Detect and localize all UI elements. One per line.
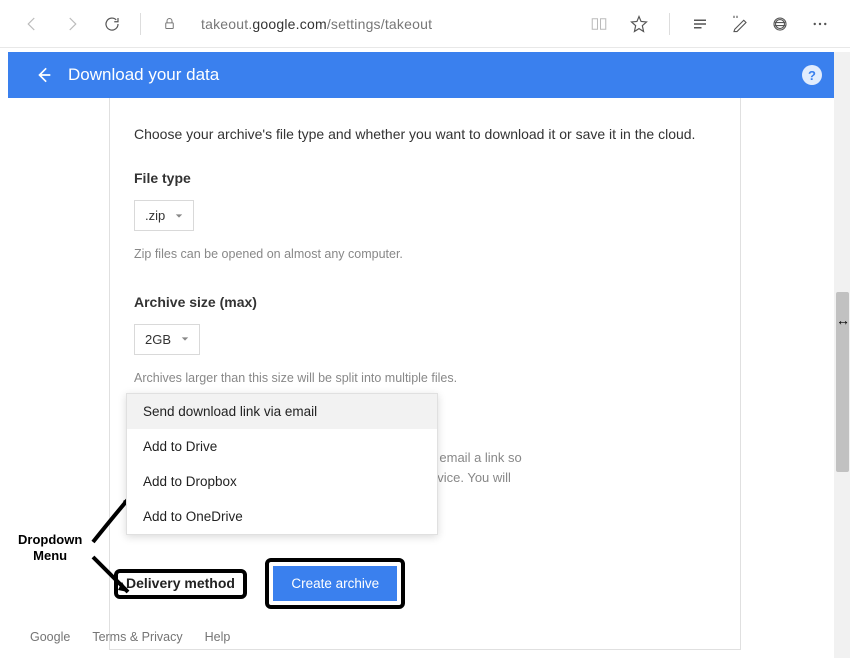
share-icon[interactable] — [766, 10, 794, 38]
footer: Google Terms & Privacy Help — [0, 616, 834, 658]
page-header: Download your data ? — [8, 52, 842, 98]
delivery-hint-partial: ll email a link so evice. You will — [430, 448, 522, 487]
dropdown-item-drive[interactable]: Add to Drive — [127, 429, 437, 464]
file-type-hint: Zip files can be opened on almost any co… — [134, 245, 464, 264]
archive-size-value: 2GB — [145, 332, 171, 347]
reading-view-icon[interactable] — [585, 10, 613, 38]
url-text: takeout.google.com/settings/takeout — [201, 16, 432, 32]
footer-link-help[interactable]: Help — [205, 630, 231, 644]
create-archive-button[interactable]: Create archive — [273, 566, 397, 601]
back-button[interactable] — [16, 8, 48, 40]
lock-icon — [153, 8, 185, 40]
intro-text: Choose your archive's file type and whet… — [110, 126, 740, 142]
caret-down-icon — [181, 335, 189, 343]
footer-link-terms[interactable]: Terms & Privacy — [92, 630, 182, 644]
file-type-label: File type — [134, 170, 716, 186]
archive-size-hint: Archives larger than this size will be s… — [134, 369, 464, 388]
content-area: Download your data ? Choose your archive… — [0, 52, 850, 658]
file-type-value: .zip — [145, 208, 165, 223]
favorite-icon[interactable] — [625, 10, 653, 38]
dropdown-item-email[interactable]: Send download link via email — [127, 394, 437, 429]
header-back-button[interactable] — [32, 65, 52, 85]
annotation-label: DropdownMenu — [18, 532, 82, 563]
dropdown-item-dropbox[interactable]: Add to Dropbox — [127, 464, 437, 499]
reading-list-icon[interactable] — [686, 10, 714, 38]
caret-down-icon — [175, 212, 183, 220]
browser-toolbar: takeout.google.com/settings/takeout — [0, 0, 850, 48]
forward-button[interactable] — [56, 8, 88, 40]
footer-link-google[interactable]: Google — [30, 630, 70, 644]
delivery-method-dropdown: Send download link via email Add to Driv… — [126, 393, 438, 535]
more-icon[interactable] — [806, 10, 834, 38]
file-type-section: File type .zip Zip files can be opened o… — [110, 170, 740, 264]
url-bar[interactable]: takeout.google.com/settings/takeout — [193, 16, 577, 32]
file-type-select[interactable]: .zip — [134, 200, 194, 231]
scrollbar-track[interactable] — [834, 52, 850, 658]
archive-size-label: Archive size (max) — [134, 294, 716, 310]
settings-card: Choose your archive's file type and whet… — [109, 98, 741, 650]
toolbar-right — [585, 10, 834, 38]
page-title: Download your data — [68, 65, 219, 85]
archive-size-section: Archive size (max) 2GB Archives larger t… — [110, 294, 740, 388]
help-button[interactable]: ? — [802, 65, 822, 85]
resize-handle-icon: ↔ — [836, 312, 850, 328]
divider — [140, 13, 141, 35]
notes-icon[interactable] — [726, 10, 754, 38]
divider — [669, 13, 670, 35]
refresh-button[interactable] — [96, 8, 128, 40]
delivery-method-label: Delivery method — [126, 575, 235, 591]
annotation-box-button: Create archive — [265, 558, 405, 609]
archive-size-select[interactable]: 2GB — [134, 324, 200, 355]
annotation-arrow-2 — [88, 552, 138, 602]
dropdown-item-onedrive[interactable]: Add to OneDrive — [127, 499, 437, 534]
